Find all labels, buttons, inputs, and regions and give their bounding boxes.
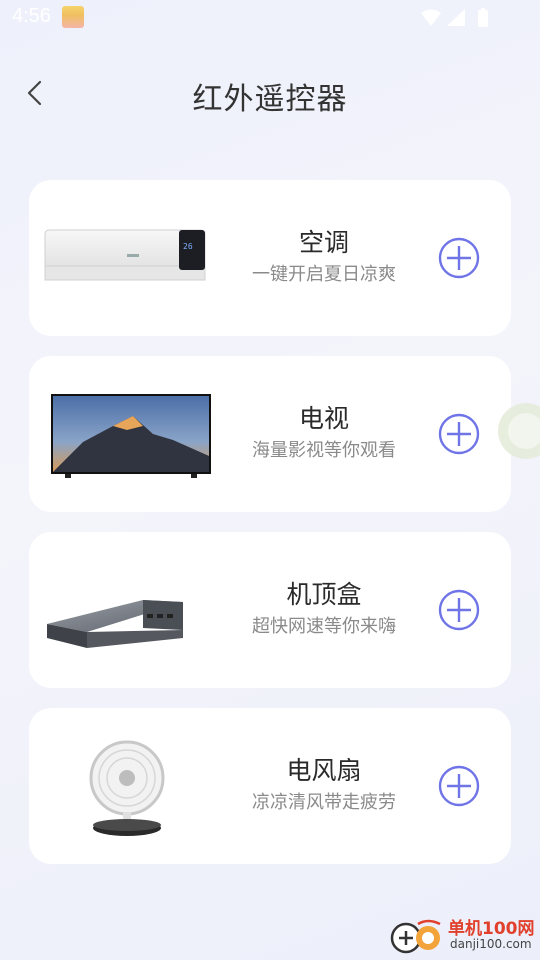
signal-icon <box>447 9 465 26</box>
set-top-box-image <box>47 600 183 648</box>
watermark-name: 单机100网 <box>448 919 535 939</box>
add-circle-icon[interactable] <box>438 237 480 279</box>
status-icons <box>421 8 488 27</box>
device-name: 电视 <box>298 404 349 433</box>
device-desc: 凉凉清风带走疲劳 <box>252 792 396 813</box>
notification-avatar-icon <box>62 6 84 28</box>
electric-fan-image <box>89 740 165 836</box>
page-title: 红外遥控器 <box>192 82 348 117</box>
watermark-logo-icon <box>390 919 441 954</box>
device-desc: 一键开启夏日凉爽 <box>252 264 396 285</box>
add-circle-icon[interactable] <box>438 589 480 631</box>
device-desc: 海量影视等你观看 <box>252 440 396 461</box>
device-text: 机顶盒 超快网速等你来嗨 <box>219 578 429 640</box>
device-text: 空调 一键开启夏日凉爽 <box>219 226 429 288</box>
status-time: 4:56 <box>12 5 51 27</box>
wifi-icon <box>421 9 441 26</box>
status-bar: 4:56 <box>0 0 540 36</box>
watermark: 单机100网 danji100.com <box>380 912 540 960</box>
device-name: 空调 <box>298 228 349 257</box>
tv-image <box>51 394 211 478</box>
air-conditioner-image: 26 <box>44 229 206 281</box>
device-text: 电风扇 凉凉清风带走疲劳 <box>219 754 429 816</box>
add-circle-icon[interactable] <box>438 765 480 807</box>
device-name: 机顶盒 <box>286 580 362 609</box>
header: 红外遥控器 <box>0 60 540 124</box>
device-text: 电视 海量影视等你观看 <box>219 402 429 464</box>
device-card-electric-fan[interactable]: 电风扇 凉凉清风带走疲劳 <box>29 708 511 864</box>
floating-button-icon <box>508 413 540 449</box>
battery-icon <box>478 10 488 27</box>
device-name: 电风扇 <box>286 756 362 785</box>
watermark-url: danji100.com <box>450 937 532 951</box>
device-card-air-conditioner[interactable]: 26 空调 一键开启夏日凉爽 <box>29 180 511 336</box>
device-card-set-top-box[interactable]: 机顶盒 超快网速等你来嗨 <box>29 532 511 688</box>
device-card-tv[interactable]: 电视 海量影视等你观看 <box>29 356 511 512</box>
svg-text:26: 26 <box>183 242 193 251</box>
add-circle-icon[interactable] <box>438 413 480 455</box>
device-desc: 超快网速等你来嗨 <box>252 616 396 637</box>
